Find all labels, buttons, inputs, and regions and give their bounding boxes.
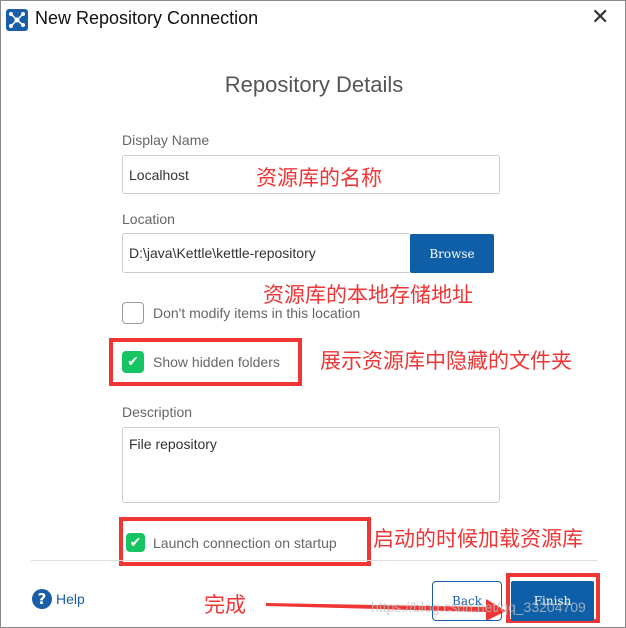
app-icon bbox=[6, 9, 28, 31]
location-label: Location bbox=[122, 211, 175, 227]
watermark: https://blog.csdn.net/qq_33204709 bbox=[371, 599, 586, 615]
dont-modify-label: Don't modify items in this location bbox=[153, 305, 361, 321]
check-icon: ✔ bbox=[129, 534, 142, 551]
display-name-label: Display Name bbox=[122, 132, 210, 148]
browse-button[interactable]: Browse bbox=[410, 234, 494, 273]
location-input[interactable]: D:\java\Kettle\kettle-repository bbox=[122, 233, 411, 273]
check-icon: ✔ bbox=[127, 354, 139, 370]
annotation-launch: 启动的时候加载资源库 bbox=[373, 527, 583, 551]
help-link[interactable]: Help bbox=[56, 591, 85, 607]
launch-label: Launch connection on startup bbox=[153, 535, 337, 551]
footer-divider bbox=[31, 560, 597, 561]
page-title: Repository Details bbox=[224, 72, 404, 97]
launch-checkbox[interactable]: ✔ bbox=[126, 533, 145, 552]
help-icon[interactable]: ? bbox=[32, 589, 52, 609]
dialog-window: New Repository Connection ✕ Repository D… bbox=[0, 0, 626, 628]
dont-modify-checkbox[interactable] bbox=[122, 302, 144, 324]
description-label: Description bbox=[122, 404, 193, 420]
window-title: New Repository Connection bbox=[35, 8, 259, 28]
annotation-finish: 完成 bbox=[204, 593, 246, 617]
description-textarea[interactable]: File repository bbox=[122, 427, 500, 503]
show-hidden-label: Show hidden folders bbox=[153, 354, 280, 370]
annotation-hidden: 展示资源库中隐藏的文件夹 bbox=[320, 349, 572, 373]
close-icon[interactable]: ✕ bbox=[591, 5, 609, 30]
show-hidden-checkbox[interactable]: ✔ bbox=[122, 351, 144, 373]
annotation-name: 资源库的名称 bbox=[256, 166, 382, 190]
